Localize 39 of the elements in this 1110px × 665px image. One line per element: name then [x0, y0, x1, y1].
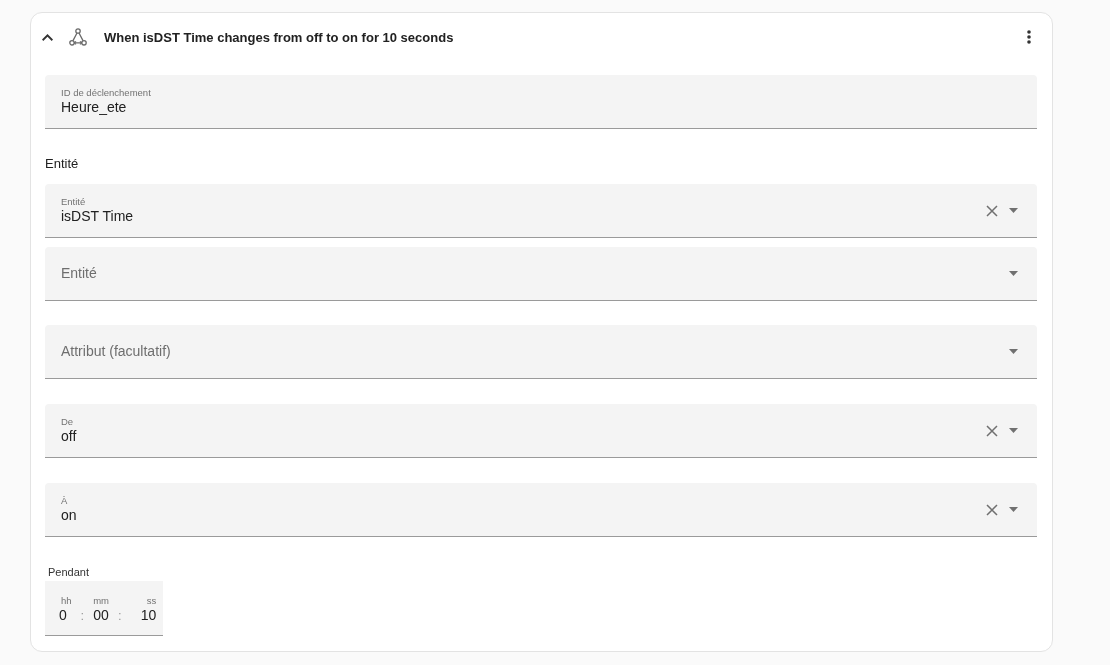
- dropdown-field[interactable]: Attribut (facultatif): [45, 325, 1037, 379]
- dropdown-field[interactable]: De off: [45, 404, 1037, 458]
- field-label: À: [61, 495, 68, 507]
- time-unit-label: ss: [146, 595, 157, 607]
- caret-down-icon[interactable]: [1009, 507, 1018, 512]
- section-heading: Entité: [45, 156, 79, 171]
- field-value: on: [61, 507, 77, 524]
- dropdown-field[interactable]: Entité: [45, 247, 1037, 301]
- field-value: off: [61, 428, 77, 445]
- caret-down-icon[interactable]: [1009, 428, 1018, 433]
- clear-icon[interactable]: [986, 424, 998, 437]
- field-value: Heure_ete: [61, 99, 127, 116]
- time-separator: :: [117, 607, 123, 624]
- duration-label: Pendant: [48, 565, 89, 579]
- time-separator: :: [79, 607, 86, 624]
- field-label: De: [61, 416, 74, 428]
- time-value-input[interactable]: 00: [93, 607, 109, 624]
- caret-down-icon[interactable]: [1009, 349, 1018, 354]
- trigger-title: When isDST Time changes from off to on for 10 seconds: [104, 29, 454, 45]
- dropdown-field[interactable]: Entité isDST Time: [45, 184, 1037, 238]
- node-triangle-icon: [69, 28, 87, 46]
- more-options-icon[interactable]: [1027, 30, 1031, 44]
- field-placeholder: Entité: [61, 265, 97, 282]
- caret-down-icon[interactable]: [1009, 208, 1018, 213]
- time-value-input[interactable]: 0: [59, 607, 67, 624]
- clear-icon[interactable]: [986, 204, 998, 217]
- duration-field[interactable]: hh 0 : mm 00 : ss 10: [45, 581, 163, 636]
- time-unit-label: hh: [60, 595, 72, 607]
- time-unit-label: mm: [93, 595, 110, 607]
- field-label: Entité: [61, 196, 86, 208]
- dropdown-field[interactable]: À on: [45, 483, 1037, 537]
- field-placeholder: Attribut (facultatif): [61, 343, 171, 360]
- chevron-up-icon[interactable]: [42, 33, 53, 41]
- text-input-field[interactable]: ID de déclenchement Heure_ete: [45, 75, 1037, 129]
- caret-down-icon[interactable]: [1009, 271, 1018, 276]
- field-label: ID de déclenchement: [61, 87, 151, 99]
- time-value-input[interactable]: 10: [140, 607, 157, 624]
- clear-icon[interactable]: [986, 503, 998, 516]
- field-value: isDST Time: [61, 208, 134, 225]
